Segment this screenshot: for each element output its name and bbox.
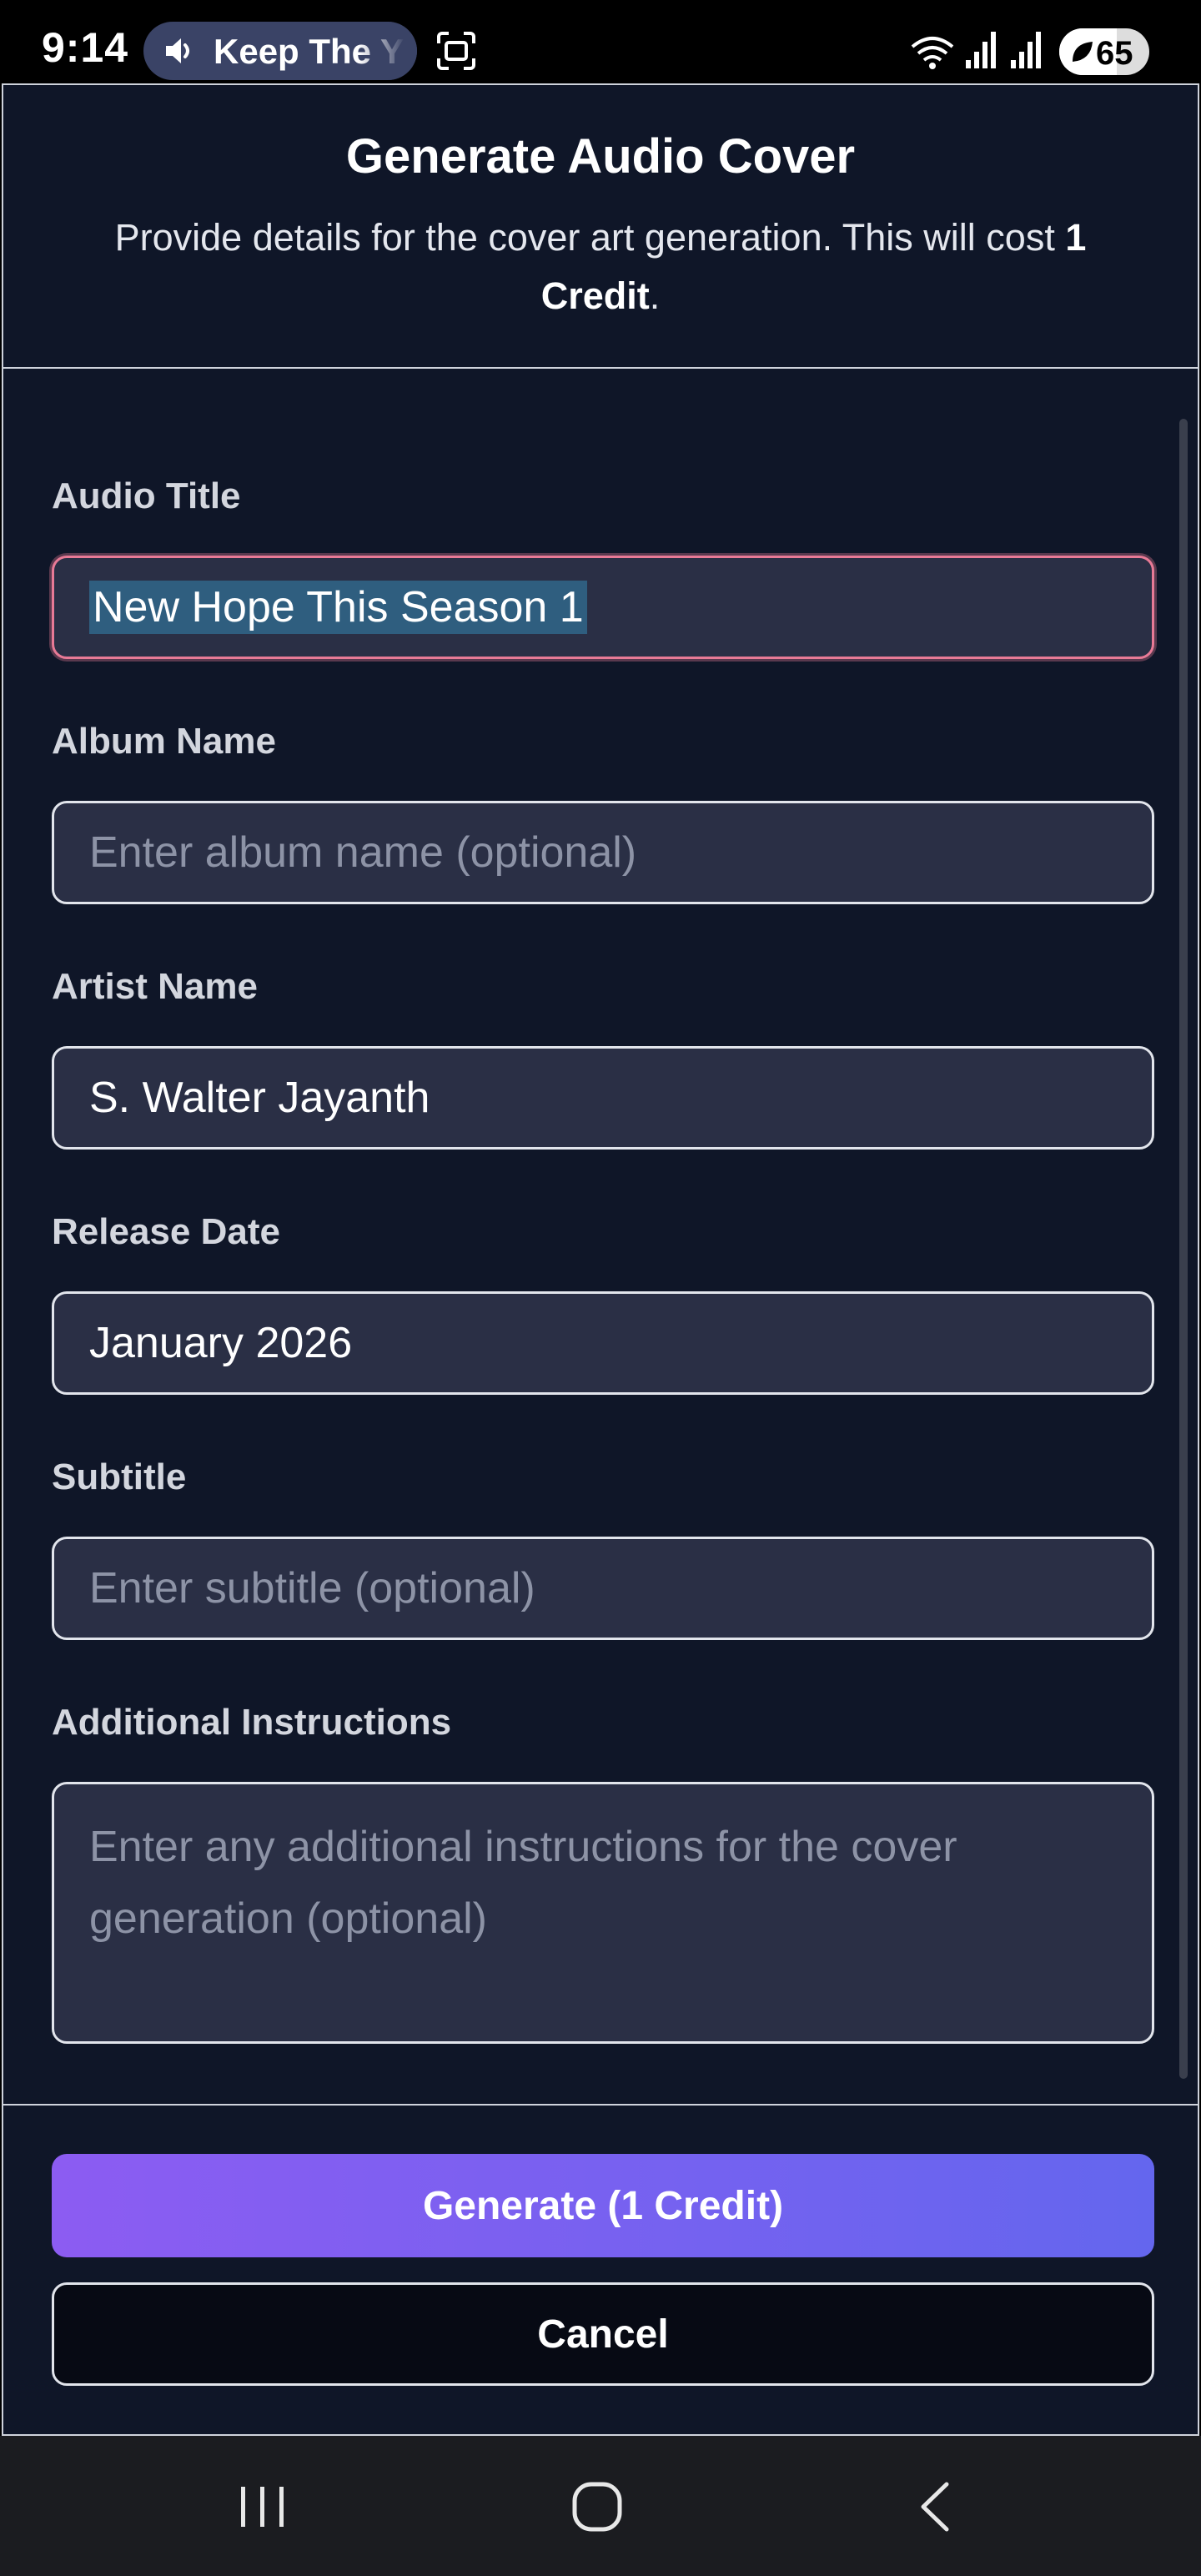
media-pill[interactable]: Keep The Y (143, 22, 417, 80)
system-nav-bar (0, 2436, 1201, 2576)
leaf-icon (1073, 42, 1093, 62)
battery-level: 65 (1096, 35, 1133, 72)
wifi-icon (911, 37, 954, 69)
artist-name-input[interactable]: S. Walter Jayanth (52, 1046, 1154, 1150)
battery-indicator: 65 (1059, 28, 1149, 75)
recents-icon[interactable] (238, 2482, 288, 2532)
generate-audio-cover-dialog: Generate Audio Cover Provide details for… (2, 83, 1199, 2436)
audio-title-input[interactable]: New Hope This Season 1 (52, 556, 1154, 659)
additional-instructions-label: Additional Instructions (52, 1702, 452, 1743)
screenshot-icon (437, 32, 475, 70)
speaker-icon (166, 38, 189, 63)
status-bar: 9:14 Keep The Y 65 (0, 0, 1201, 83)
home-icon[interactable] (571, 2479, 623, 2534)
scrollbar[interactable] (1179, 419, 1188, 2079)
release-date-input[interactable]: January 2026 (52, 1291, 1154, 1395)
dialog-title: Generate Audio Cover (345, 129, 856, 184)
back-icon[interactable] (913, 2479, 955, 2534)
subtitle-label: Subtitle (52, 1457, 187, 1497)
artist-name-label: Artist Name (52, 966, 258, 1007)
audio-title-value: New Hope This Season 1 (89, 581, 587, 634)
audio-title-label: Audio Title (52, 475, 241, 516)
subtitle-input[interactable]: Enter subtitle (optional) (52, 1537, 1154, 1640)
album-name-label: Album Name (52, 721, 276, 762)
album-name-input[interactable]: Enter album name (optional) (52, 801, 1154, 904)
release-date-label: Release Date (52, 1211, 280, 1252)
dialog-header: Generate Audio Cover Provide details for… (3, 85, 1198, 369)
signal-icon-1 (966, 32, 996, 68)
status-time: 9:14 (42, 24, 129, 71)
form-body[interactable]: Audio Title New Hope This Season 1 Album… (3, 369, 1198, 2104)
additional-instructions-textarea[interactable]: Enter any additional instructions for th… (52, 1782, 1154, 2044)
dialog-description: Provide details for the cover art genera… (114, 216, 1087, 317)
signal-icon-2 (1011, 32, 1041, 68)
generate-button[interactable]: Generate (1 Credit) (52, 2154, 1154, 2257)
dialog-footer: Generate (1 Credit) Cancel (3, 2104, 1198, 2438)
cancel-button[interactable]: Cancel (52, 2282, 1154, 2386)
